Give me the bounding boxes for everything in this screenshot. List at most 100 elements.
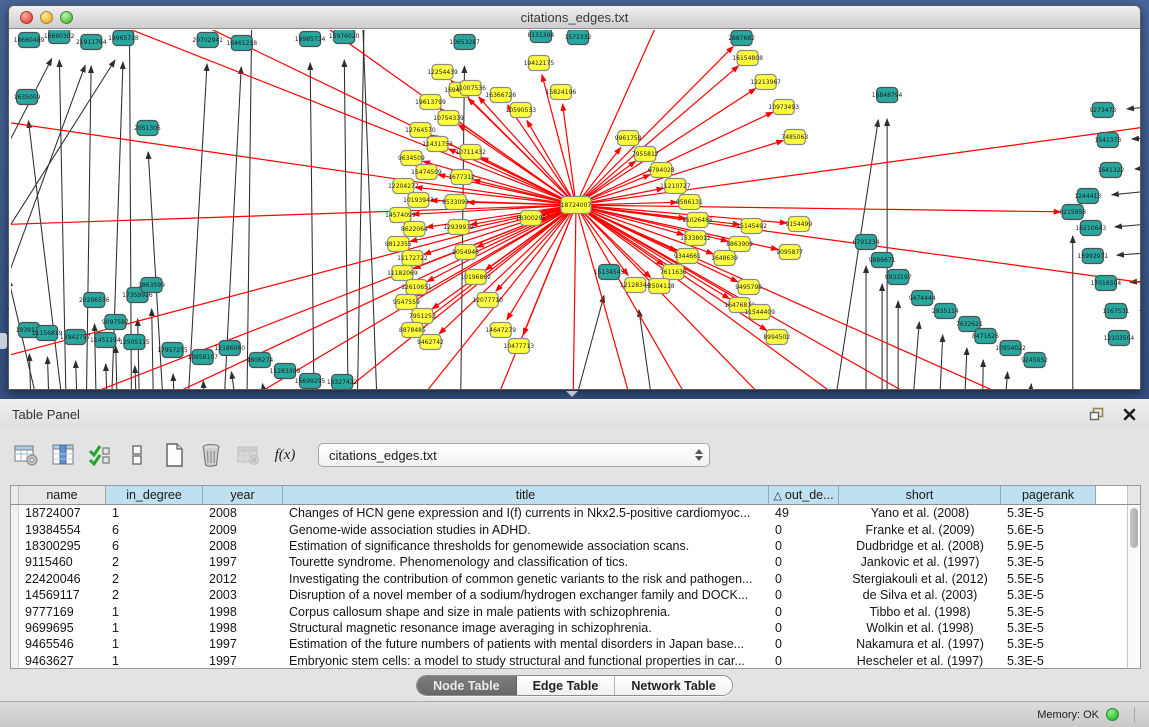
graph-node[interactable]: 11007536 — [455, 81, 486, 96]
graph-node[interactable]: 12077710 — [472, 293, 503, 308]
graph-node[interactable]: 9812355 — [385, 237, 412, 252]
graph-node[interactable]: 9054946 — [452, 245, 479, 260]
graph-node[interactable]: 10327432 — [327, 375, 358, 390]
graph-node[interactable]: 9154499 — [785, 217, 812, 232]
panel-collapse-handle[interactable] — [0, 333, 7, 349]
graph-node[interactable]: 12103504 — [1104, 331, 1135, 346]
graph-node[interactable]: 18660489 — [14, 33, 45, 48]
graph-node[interactable]: 8131304 — [527, 30, 554, 43]
graph-node[interactable]: 17016504 — [1091, 276, 1122, 291]
graph-node[interactable]: 16366726 — [485, 88, 516, 103]
graph-node[interactable]: 12204277 — [388, 179, 419, 194]
graph-node[interactable]: 8471626 — [972, 329, 999, 344]
graph-node[interactable]: 12128344 — [620, 278, 651, 293]
graph-node[interactable]: 9344661 — [674, 249, 701, 264]
graph-node[interactable]: 2051305 — [134, 121, 161, 136]
graph-node[interactable]: 15474509 — [411, 165, 442, 180]
splitter-grip[interactable] — [566, 391, 578, 397]
graph-node[interactable]: 15824196 — [546, 85, 577, 100]
graph-node[interactable]: 2935114 — [932, 304, 959, 319]
graph-node[interactable]: 9097587 — [102, 315, 129, 330]
table-row[interactable]: 969969511998Structural magnetic resonanc… — [11, 620, 1140, 636]
column-header-pagerank[interactable]: pagerank — [1001, 486, 1096, 504]
column-header-year[interactable]: year — [203, 486, 283, 504]
graph-node[interactable]: 18985734 — [295, 32, 326, 47]
graph-node[interactable]: 14574099 — [385, 208, 416, 223]
table-row[interactable]: 946554611997Estimation of the future num… — [11, 636, 1140, 652]
graph-node[interactable]: 11172722 — [397, 251, 428, 266]
table-row[interactable]: 2242004622012Investigating the contribut… — [11, 571, 1140, 587]
graph-node[interactable]: 11283309 — [270, 364, 301, 379]
function-builder-icon[interactable]: f(x) — [271, 441, 299, 469]
select-all-icon[interactable] — [86, 441, 114, 469]
graph-node[interactable]: 9547559 — [393, 295, 420, 310]
column-header-out-degree[interactable]: △out_de... — [769, 486, 839, 504]
graph-node[interactable]: 8994502 — [763, 330, 790, 345]
create-column-icon[interactable] — [160, 441, 188, 469]
tab-edge-table[interactable]: Edge Table — [517, 676, 616, 695]
table-row[interactable]: 977716911998Corpus callosum shape and si… — [11, 603, 1140, 619]
graph-node[interactable]: 19613799 — [415, 95, 446, 110]
graph-node[interactable]: 15699295 — [295, 374, 326, 389]
graph-node[interactable]: 2887682 — [728, 31, 755, 46]
graph-node[interactable]: 10973493 — [768, 100, 799, 115]
scrollbar-thumb[interactable] — [1130, 508, 1138, 548]
graph-node[interactable]: 10193943 — [403, 193, 434, 208]
network-graph[interactable]: 1866048916660302219117941996571820702941… — [11, 30, 1140, 389]
graph-node[interactable]: 1572332 — [565, 30, 592, 45]
graph-node[interactable]: 16154808 — [732, 51, 763, 66]
graph-node[interactable]: 9095877 — [776, 245, 803, 260]
graph-node[interactable]: 11544409 — [744, 305, 775, 320]
tab-node-table[interactable]: Node Table — [417, 676, 516, 695]
graph-node[interactable]: 10653287 — [449, 35, 480, 50]
graph-node[interactable]: 1167531 — [1103, 304, 1130, 319]
table-row[interactable]: 911546021997Tourette syndrome. Phenomeno… — [11, 554, 1140, 570]
graph-node[interactable]: 20702941 — [192, 33, 223, 48]
graph-node[interactable]: 9961758 — [615, 131, 642, 146]
graph-node[interactable]: 10196862 — [460, 270, 491, 285]
graph-node[interactable]: 15134545 — [594, 265, 625, 280]
vertical-scrollbar[interactable] — [1127, 505, 1140, 669]
show-columns-icon[interactable] — [49, 441, 77, 469]
graph-node[interactable]: 1863599 — [138, 278, 165, 293]
graph-node[interactable]: 12254439 — [427, 65, 458, 80]
graph-node[interactable]: 1244413 — [1074, 189, 1101, 204]
graph-node[interactable]: 9273473 — [1089, 103, 1116, 118]
graph-node[interactable]: 1677312 — [448, 170, 475, 185]
clear-selection-icon[interactable] — [123, 441, 151, 469]
zoom-window-icon[interactable] — [60, 11, 73, 24]
graph-node[interactable]: 11026485 — [682, 213, 713, 228]
graph-node[interactable]: 10590533 — [506, 103, 537, 118]
graph-node[interactable]: 21911794 — [76, 35, 107, 50]
graph-node[interactable]: 1635009 — [14, 90, 41, 105]
graph-node[interactable]: 11451194 — [90, 333, 121, 348]
graph-node[interactable]: 15976020 — [329, 30, 360, 44]
graph-node[interactable]: 6794028 — [648, 163, 675, 178]
minimize-window-icon[interactable] — [40, 11, 53, 24]
graph-node[interactable]: 7955812 — [632, 147, 659, 162]
table-mode-icon[interactable] — [12, 441, 40, 469]
graph-node[interactable]: 15992971 — [1078, 249, 1109, 264]
table-row[interactable]: 1938455462009Genome-wide association stu… — [11, 521, 1140, 537]
close-icon[interactable] — [1119, 405, 1139, 423]
column-header-in-degree[interactable]: in_degree — [106, 486, 203, 504]
graph-node[interactable]: 12186060 — [214, 341, 245, 356]
graph-node[interactable]: 18724007 — [561, 197, 592, 214]
graph-node[interactable]: 8622064 — [401, 222, 428, 237]
memory-status-label[interactable]: Memory: OK — [1037, 709, 1099, 721]
graph-node[interactable]: 7485063 — [781, 130, 808, 145]
memory-ok-icon[interactable] — [1106, 708, 1119, 721]
graph-node[interactable]: 1541373 — [1094, 133, 1121, 148]
column-header-title[interactable]: title — [283, 486, 769, 504]
table-row[interactable]: 1456911722003Disruption of a novel membe… — [11, 587, 1140, 603]
graph-node[interactable]: 16210643 — [1076, 221, 1107, 236]
graph-node[interactable]: 14647279 — [485, 323, 516, 338]
table-row[interactable]: 1830029562008Estimation of significance … — [11, 538, 1140, 554]
graph-node[interactable]: 10954022 — [995, 341, 1026, 356]
graph-node[interactable]: 9495798 — [735, 280, 762, 295]
graph-node[interactable]: 9806274 — [246, 353, 273, 368]
graph-node[interactable]: 1648639 — [711, 251, 738, 266]
graph-node[interactable]: 1641322 — [1098, 163, 1125, 178]
graph-node[interactable]: 7951253 — [409, 309, 436, 324]
graph-node[interactable]: 12939979 — [443, 220, 474, 235]
